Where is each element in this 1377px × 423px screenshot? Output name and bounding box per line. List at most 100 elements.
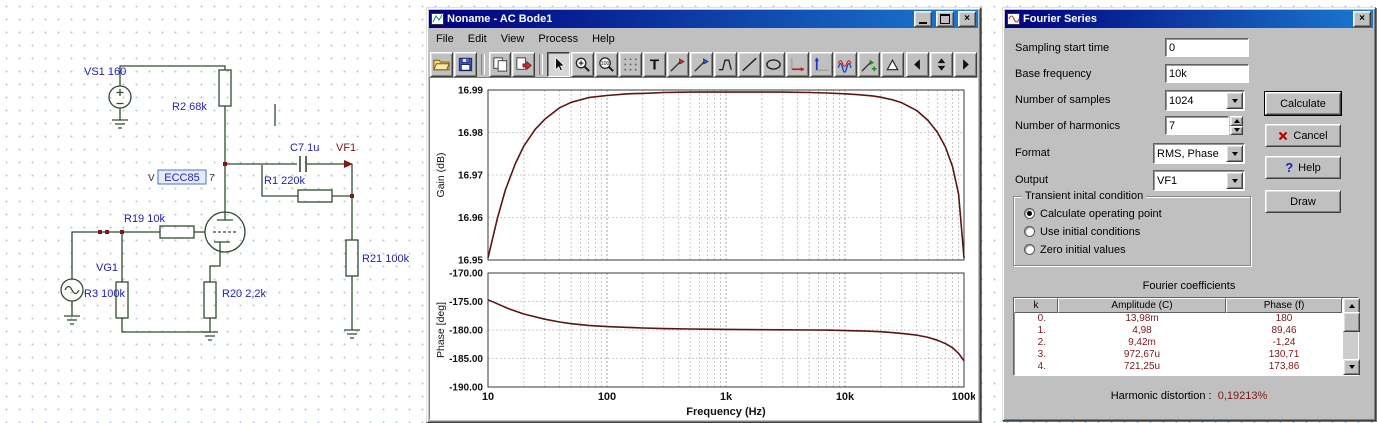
spin-up-icon[interactable] — [1230, 116, 1243, 126]
number-of-harmonics-spinner[interactable] — [1165, 116, 1243, 135]
bode-titlebar[interactable]: Noname - AC Bode1 × — [429, 10, 978, 28]
coeff-row[interactable]: 4. 721,25u 173,86 — [1014, 361, 1358, 373]
draw-button[interactable]: Draw — [1265, 190, 1341, 213]
r20-resistor[interactable] — [203, 281, 217, 319]
label-vs1[interactable]: VS1 160 — [84, 66, 126, 78]
label-c7[interactable]: C7 1u — [290, 142, 319, 154]
label-r1[interactable]: R1 220k — [264, 175, 305, 187]
format-combo[interactable]: RMS, Phase — [1153, 143, 1245, 164]
svg-text:10k: 10k — [836, 391, 855, 403]
export-button[interactable] — [512, 52, 536, 77]
open-button[interactable] — [430, 52, 453, 77]
label-r21[interactable]: R21 100k — [362, 253, 410, 265]
output-dropdown-icon[interactable] — [1226, 172, 1243, 189]
menu-file[interactable]: File — [429, 31, 461, 47]
minimize-button[interactable] — [914, 11, 932, 27]
r21-resistor[interactable] — [345, 239, 359, 277]
coeff-header-2[interactable]: Phase (f) — [1226, 298, 1342, 313]
bode-plot[interactable]: 16.99 16.98 16.97 16.96 16.95 Gain (dB) -170.0… — [430, 78, 977, 419]
coeff-row[interactable]: 2. 9,42m -1,24 — [1014, 337, 1358, 349]
coeff-header-1[interactable]: Amplitude (C) — [1058, 298, 1226, 313]
label-vf1[interactable]: VF1 — [336, 142, 356, 154]
radio-use-initial-conditions[interactable] — [1024, 226, 1035, 237]
sampling-start-input[interactable] — [1165, 38, 1249, 57]
cursor-b-button[interactable] — [690, 52, 714, 77]
label-vg1[interactable]: VG1 — [96, 262, 118, 274]
help-button[interactable]: ? Help — [1265, 156, 1341, 179]
radio-row-use-initial[interactable]: Use initial conditions — [1024, 225, 1140, 238]
radio-row-zero-initial[interactable]: Zero initial values — [1024, 243, 1126, 256]
marker-tool-button[interactable] — [881, 52, 905, 77]
schematic-canvas[interactable]: VS1 160 R2 68k C7 1u VF1 R1 220k R19 10k… — [0, 0, 425, 422]
r19-resistor[interactable] — [159, 225, 195, 239]
copy-button[interactable] — [488, 52, 512, 77]
format-dropdown-icon[interactable] — [1226, 145, 1243, 162]
menu-view[interactable]: View — [494, 31, 532, 47]
radio-calculate-operating-point[interactable] — [1024, 208, 1035, 219]
menu-edit[interactable]: Edit — [461, 31, 494, 47]
save-button[interactable] — [453, 52, 477, 77]
coeff-row[interactable]: 1. 4,98 89,46 — [1014, 325, 1358, 337]
coeff-row[interactable]: 3. 972,67u 130,71 — [1014, 349, 1358, 361]
y-axis-settings-button[interactable] — [809, 52, 833, 77]
base-frequency-input[interactable] — [1165, 64, 1249, 83]
page-spinner-button[interactable] — [930, 52, 953, 77]
ecc85-tube[interactable] — [204, 211, 246, 253]
c7-capacitor[interactable] — [299, 156, 307, 172]
cursor-a-button[interactable] — [666, 52, 690, 77]
menu-process[interactable]: Process — [531, 31, 585, 47]
menu-help[interactable]: Help — [585, 31, 622, 47]
label-r2[interactable]: R2 68k — [172, 101, 207, 113]
table-scrollbar[interactable] — [1343, 298, 1360, 375]
radio-zero-initial-values[interactable] — [1024, 244, 1035, 255]
next-page-button[interactable] — [954, 52, 977, 77]
label-r19[interactable]: R19 10k — [124, 213, 165, 225]
r2-resistor[interactable] — [218, 69, 232, 107]
calculate-button[interactable]: Calculate — [1265, 92, 1341, 115]
scroll-down-icon[interactable] — [1343, 359, 1360, 375]
fourier-titlebar[interactable]: Fourier Series × — [1005, 10, 1373, 28]
ellipse-tool-button[interactable] — [762, 52, 785, 77]
y-axis-settings-icon — [814, 57, 828, 71]
prev-page-button[interactable] — [906, 52, 930, 77]
export-icon — [516, 57, 533, 71]
svg-text:16.96: 16.96 — [458, 213, 483, 224]
coeff-cell: 721,25u — [1123, 361, 1161, 372]
number-of-harmonics-label: Number of harmonics — [1015, 120, 1121, 132]
r1-resistor[interactable] — [297, 189, 333, 203]
coeff-row[interactable]: 0. 13,98m 180 — [1014, 313, 1358, 325]
grid-toggle-button[interactable] — [618, 52, 642, 77]
curve-style-button[interactable] — [833, 52, 857, 77]
maximize-button[interactable] — [936, 11, 954, 27]
add-curve-button[interactable] — [857, 52, 881, 77]
harmonics-input[interactable] — [1165, 116, 1229, 135]
cancel-button[interactable]: Cancel — [1265, 124, 1341, 147]
spin-down-icon[interactable] — [1230, 125, 1243, 135]
output-combo[interactable]: VF1 — [1153, 170, 1245, 191]
dialog-close-button[interactable]: × — [1353, 11, 1371, 27]
samples-dropdown-icon[interactable] — [1226, 92, 1243, 109]
close-button[interactable]: × — [958, 11, 976, 27]
scroll-thumb[interactable] — [1343, 312, 1360, 332]
tube-label-suffix: 7 — [209, 173, 215, 184]
coeff-header-0[interactable]: k — [1014, 298, 1058, 313]
label-r20[interactable]: R20 2,2k — [222, 288, 267, 300]
line-tool-icon — [742, 57, 757, 72]
shape-tool-button[interactable] — [714, 52, 738, 77]
line-tool-button[interactable] — [738, 52, 761, 77]
svg-text:1k: 1k — [720, 391, 733, 403]
label-r3[interactable]: R3 100k — [84, 288, 125, 300]
zoom-in-button[interactable] — [571, 52, 594, 77]
vg1-source[interactable] — [60, 278, 84, 302]
select-cursor-button[interactable] — [547, 52, 570, 77]
zoom-100-button[interactable]: 100 — [594, 52, 618, 77]
samples-value: 1024 — [1169, 94, 1194, 107]
text-tool-button[interactable]: T — [642, 52, 666, 77]
tube-label-box[interactable]: V ECC85 7 — [148, 169, 215, 185]
number-of-samples-combo[interactable]: 1024 — [1165, 90, 1245, 111]
vs1-source[interactable] — [108, 85, 132, 109]
distortion-value: 0,19213% — [1217, 390, 1268, 402]
x-axis-settings-button[interactable] — [785, 52, 809, 77]
draw-label: Draw — [1290, 195, 1316, 208]
radio-row-calculate-op[interactable]: Calculate operating point — [1024, 207, 1162, 220]
